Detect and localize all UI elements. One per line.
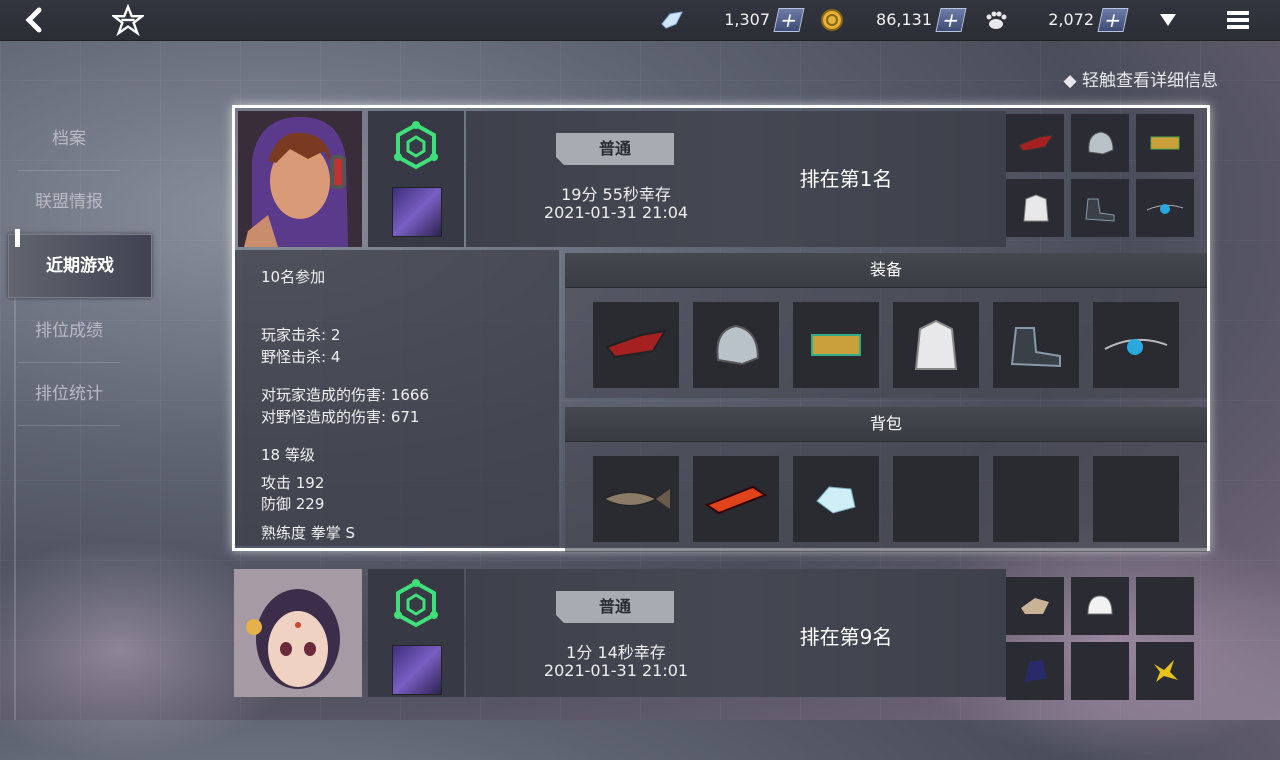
hamburger-menu-icon[interactable] xyxy=(1222,4,1254,36)
star-logo-icon[interactable] xyxy=(112,4,144,36)
triangle-down-icon[interactable] xyxy=(1152,4,1184,36)
nav-item-recent-games[interactable]: 近期游戏 xyxy=(8,229,152,298)
player-stats-panel: 10名参加 玩家击杀: 2 野怪击杀: 4 对玩家造成的伤害: 1666 对野怪… xyxy=(235,250,559,546)
paw-token-icon xyxy=(980,4,1012,36)
gold-bracer-icon[interactable] xyxy=(793,302,879,388)
red-glove-icon xyxy=(1006,114,1064,172)
gold-coin-icon xyxy=(816,4,848,36)
tan-glove-icon xyxy=(1006,577,1064,635)
survival-time: 19分 55秒幸存 xyxy=(561,185,671,204)
game-datetime: 2021-01-31 21:04 xyxy=(543,203,689,222)
gold-bracer-icon xyxy=(1136,114,1194,172)
game-mode-tag: 普通 xyxy=(556,591,674,623)
nav-item-alliance[interactable]: 联盟情报 xyxy=(18,171,120,234)
gold-count: 86,131 xyxy=(876,10,932,29)
game-summary-panel: 普通 1分 14秒幸存 2021-01-31 21:01 排在第9名 xyxy=(466,569,1006,697)
bag-header: 背包 xyxy=(565,407,1207,442)
empty-bag-slot[interactable] xyxy=(1093,456,1179,542)
dark-boots-icon xyxy=(1071,179,1129,237)
game-record-card[interactable]: 普通 1分 14秒幸存 2021-01-31 21:01 排在第9名 xyxy=(232,567,1210,700)
white-cloth-armor-icon xyxy=(1006,179,1064,237)
white-cloth-armor-icon[interactable] xyxy=(893,302,979,388)
equipment-section: 装备 xyxy=(565,253,1207,398)
monster-damage: 对野怪造成的伤害: 671 xyxy=(261,408,420,426)
fish-icon[interactable] xyxy=(593,456,679,542)
rank-badge-panel xyxy=(368,111,464,247)
rank-badge-panel xyxy=(368,569,464,697)
crystal-count: 1,307 xyxy=(724,10,770,29)
dark-blue-armor-icon xyxy=(1006,642,1064,700)
attack-stat: 攻击 192 xyxy=(261,474,325,492)
silver-helmet-icon[interactable] xyxy=(693,302,779,388)
token-count: 2,072 xyxy=(1048,10,1094,29)
red-bar-icon[interactable] xyxy=(693,456,779,542)
equipment-slots xyxy=(565,288,1207,398)
defense-stat: 防御 229 xyxy=(261,495,325,513)
ice-crystal-icon[interactable] xyxy=(793,456,879,542)
final-rank: 排在第1名 xyxy=(799,167,893,191)
gold-item-icon xyxy=(1136,642,1194,700)
survival-time: 1分 14秒幸存 xyxy=(566,643,666,662)
silver-helmet-icon xyxy=(1071,114,1129,172)
white-helmet-icon xyxy=(1071,577,1129,635)
side-nav: 档案 联盟情报 近期游戏 排位成绩 排位统计 xyxy=(8,108,152,426)
character-portrait xyxy=(234,569,362,697)
empty-equipment-slot xyxy=(1136,577,1194,635)
nav-item-ranked-results[interactable]: 排位成绩 xyxy=(18,300,120,363)
weapon-icon xyxy=(392,187,442,237)
add-token-button[interactable]: + xyxy=(1097,8,1129,32)
blue-pendant-icon[interactable] xyxy=(1093,302,1179,388)
player-damage: 对玩家造成的伤害: 1666 xyxy=(261,386,429,404)
participants-count: 10名参加 xyxy=(261,268,326,286)
weapon-icon xyxy=(392,645,442,695)
crystal-icon xyxy=(656,4,688,36)
character-level: 18 等级 xyxy=(261,446,315,464)
nav-item-ranked-stats[interactable]: 排位统计 xyxy=(18,363,120,426)
top-bar: 1,307 + 86,131 + 2,072 + xyxy=(0,0,1280,41)
weapon-proficiency: 熟练度 拳掌 S xyxy=(261,524,356,542)
monster-kills: 野怪击杀: 4 xyxy=(261,348,341,366)
empty-bag-slot[interactable] xyxy=(993,456,1079,542)
red-glove-icon[interactable] xyxy=(593,302,679,388)
nav-divider xyxy=(14,230,16,720)
empty-equipment-slot xyxy=(1071,642,1129,700)
add-crystal-button[interactable]: + xyxy=(773,8,805,32)
dark-boots-icon[interactable] xyxy=(993,302,1079,388)
blue-pendant-icon xyxy=(1136,179,1194,237)
player-kills: 玩家击杀: 2 xyxy=(261,326,341,344)
add-gold-button[interactable]: + xyxy=(935,8,967,32)
game-mode-tag: 普通 xyxy=(556,133,674,165)
empty-bag-slot[interactable] xyxy=(893,456,979,542)
bag-slots xyxy=(565,442,1207,552)
game-summary-panel: 普通 19分 55秒幸存 2021-01-31 21:04 排在第1名 xyxy=(466,111,1006,247)
nav-item-profile[interactable]: 档案 xyxy=(18,108,120,171)
green-hexagon-emblem-icon xyxy=(394,121,438,170)
game-datetime: 2021-01-31 21:01 xyxy=(543,661,689,680)
equipment-header: 装备 xyxy=(565,253,1207,288)
character-portrait xyxy=(238,111,362,247)
green-hexagon-emblem-icon xyxy=(394,579,438,628)
tap-for-details-hint: ◆ 轻触查看详细信息 xyxy=(1063,71,1218,91)
back-arrow-icon[interactable] xyxy=(18,4,50,36)
bag-section: 背包 xyxy=(565,407,1207,552)
final-rank: 排在第9名 xyxy=(799,625,893,649)
game-record-card[interactable]: 普通 19分 55秒幸存 2021-01-31 21:04 排在第1名 10名参… xyxy=(232,105,1210,552)
